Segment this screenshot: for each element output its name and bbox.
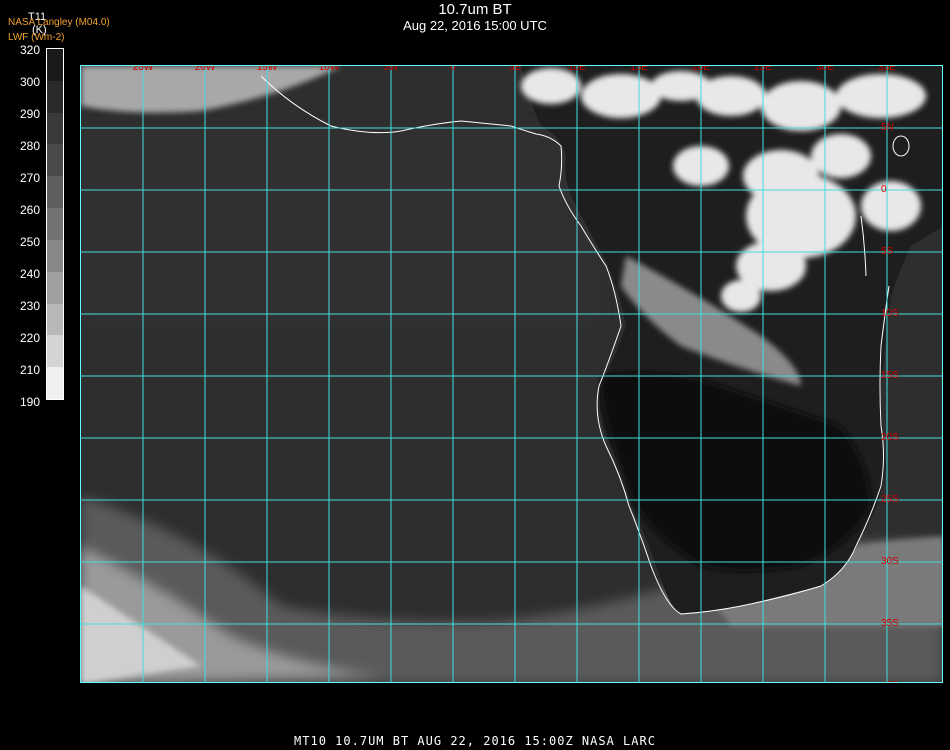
latitude-label: 15S bbox=[881, 370, 899, 381]
colorbar-segment bbox=[47, 49, 63, 82]
latitude-label: 5S bbox=[881, 246, 894, 257]
latitude-label: 10S bbox=[881, 308, 899, 319]
colorbar-tick-label: 210 bbox=[19, 363, 40, 377]
longitude-label: 10E bbox=[568, 65, 586, 73]
ocean-texture bbox=[81, 126, 601, 326]
nasa-langley-label: NASA Langley (M04.0) bbox=[8, 17, 110, 28]
latitude-label: 20S bbox=[881, 432, 899, 443]
colorbar-tick-label: 240 bbox=[19, 267, 40, 281]
latitude-label: 30S bbox=[881, 556, 899, 567]
colorbar-segment bbox=[47, 271, 63, 305]
longitude-label: 15W bbox=[256, 65, 278, 73]
colorbar-tick-label: 320 bbox=[19, 43, 40, 57]
colorbar-tick-label: 230 bbox=[19, 299, 40, 313]
colorbar-tick-label: 290 bbox=[19, 107, 40, 121]
map-timestamp: Aug 22, 2016 15:00 UTC bbox=[403, 18, 547, 33]
longitude-label: 20E bbox=[692, 65, 710, 73]
colorbar-segment bbox=[47, 239, 63, 273]
longitude-label: 25W bbox=[132, 65, 154, 73]
colorbar-segment bbox=[47, 144, 63, 177]
colorbar-segment bbox=[47, 335, 63, 368]
latitude-label: 35S bbox=[881, 618, 899, 629]
latitude-label: 40S bbox=[881, 680, 899, 682]
colorbar-segment bbox=[47, 303, 63, 336]
satellite-map[interactable]: 25W 20W 15W 10W 5W 0 5E 10E 15E 20E 25E 30E 35E 5N 0 5… bbox=[80, 65, 943, 683]
colorbar-tick-label: 300 bbox=[19, 75, 40, 89]
colorbar-segment bbox=[47, 112, 63, 145]
longitude-label: 15E bbox=[630, 65, 648, 73]
colorbar bbox=[46, 48, 64, 400]
longitude-label: 5W bbox=[383, 65, 399, 73]
latitude-label: 25S bbox=[881, 494, 899, 505]
colorbar-tick-label: 250 bbox=[19, 235, 40, 249]
longitude-label: 20W bbox=[194, 65, 216, 73]
footer-caption: MT10 10.7UM BT AUG 22, 2016 15:00Z NASA … bbox=[294, 734, 656, 748]
colorbar-segment bbox=[47, 367, 63, 400]
colorbar-tick-label: 260 bbox=[19, 203, 40, 217]
colorbar-segment bbox=[47, 208, 63, 241]
colorbar-segment bbox=[47, 176, 63, 209]
longitude-label: 0 bbox=[450, 65, 456, 73]
colorbar-segment bbox=[47, 80, 63, 114]
longitude-label: 25E bbox=[754, 65, 772, 73]
colorbar-tick-label: 190 bbox=[19, 395, 40, 409]
colorbar-tick-label: 270 bbox=[19, 171, 40, 185]
longitude-label: 35E bbox=[878, 65, 896, 73]
latitude-label: 5N bbox=[881, 122, 894, 133]
map-title: 10.7um BT bbox=[438, 1, 512, 18]
longitude-label: 5E bbox=[508, 65, 522, 73]
longitude-label: 10W bbox=[318, 65, 340, 73]
latitude-label: 0 bbox=[881, 184, 887, 195]
longitude-label: 30E bbox=[816, 65, 834, 73]
colorbar-tick-label: 280 bbox=[19, 139, 40, 153]
colorbar-tick-label: 220 bbox=[19, 331, 40, 345]
map-canvas bbox=[81, 66, 942, 682]
